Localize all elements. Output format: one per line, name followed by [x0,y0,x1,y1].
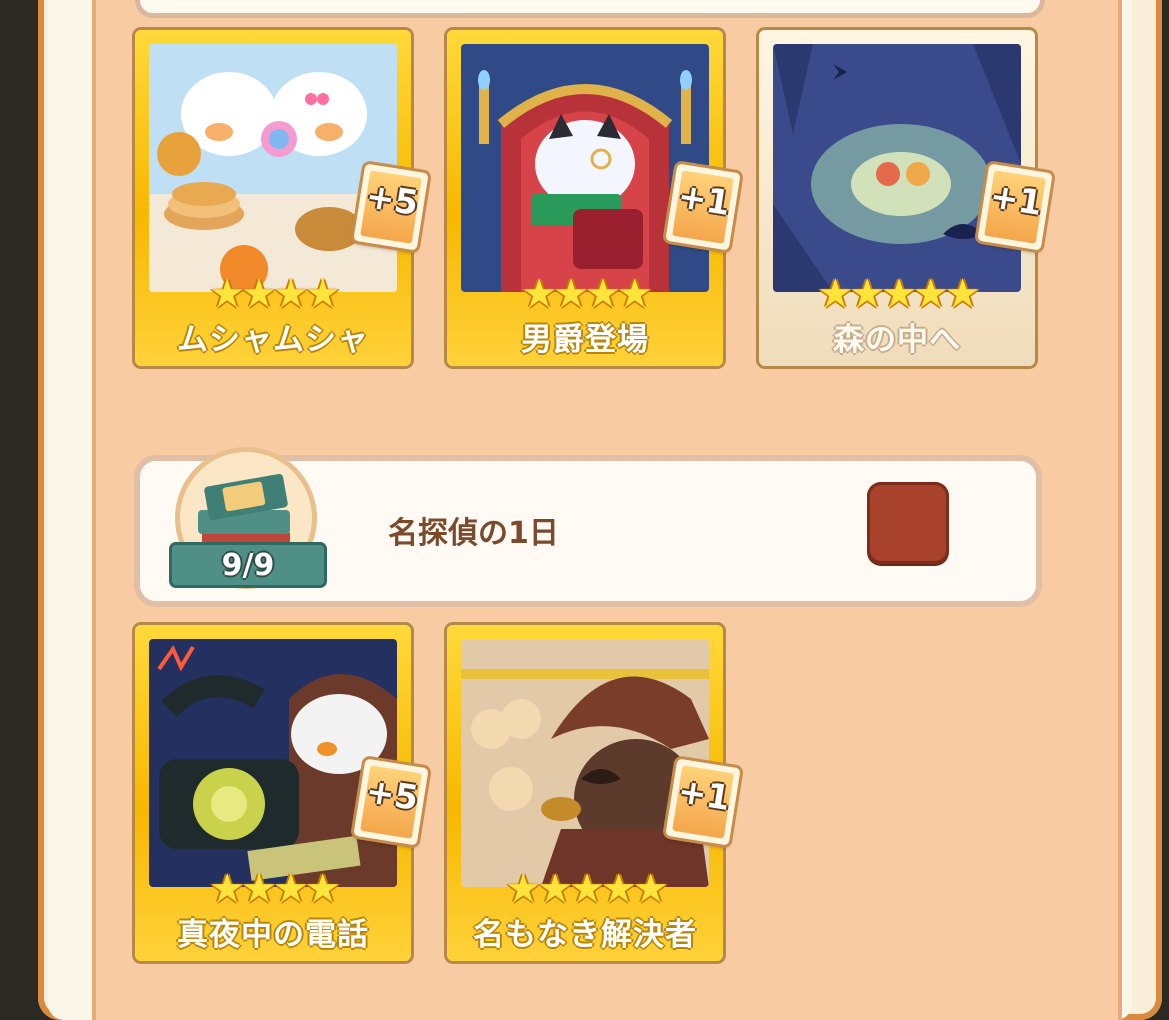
reward-badge: +5 [353,163,429,251]
story-card[interactable]: +1 ★★★★★ 名もなき解決者 [447,625,741,961]
reward-badge: +5 [353,758,429,846]
reward-badge: +1 [665,163,741,251]
card-title: 名もなき解決者 [473,917,697,953]
baron-reading-art-icon [461,44,709,292]
story-card[interactable]: +5 ★★★★ ムシャムシャ [135,30,429,366]
card-title: 森の中へ [833,322,961,358]
eating-party-art-icon [149,44,397,292]
card-title: 男爵登場 [521,322,649,358]
night-forest-art-icon [773,44,1021,292]
star-rating: ★★★★★ [505,866,668,912]
star-rating: ★★★★ [209,866,340,912]
star-rating: ★★★★ [521,271,652,317]
midnight-phone-art-icon [149,639,397,887]
story-card[interactable]: +1 ★★★★ 男爵登場 [447,30,741,366]
chapter-action-button[interactable] [867,482,949,564]
card-title: ムシャムシャ [177,322,369,358]
story-card[interactable]: +5 ★★★★ 真夜中の電話 [135,625,429,961]
star-rating: ★★★★ [209,271,340,317]
reward-badge: +1 [977,163,1053,251]
star-rating: ★★★★★ [817,271,980,317]
chapter-title: 名探偵の1日 [388,516,559,551]
previous-chapter-header [135,0,1045,18]
reward-badge: +1 [665,758,741,846]
chapter-progress: 9/9 [221,548,275,583]
detective-art-icon [461,639,709,887]
card-title: 真夜中の電話 [177,917,369,953]
story-card[interactable]: +1 ★★★★★ 森の中へ [759,30,1053,366]
